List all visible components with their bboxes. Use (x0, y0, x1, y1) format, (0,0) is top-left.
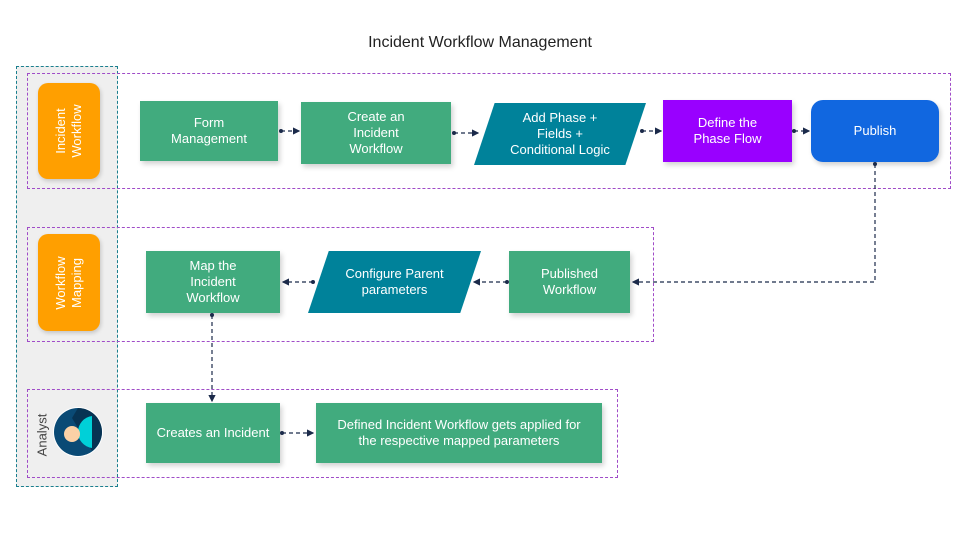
lane-label-text: Incident Workflow (53, 104, 84, 158)
lane-label-text: Workflow Mapping (53, 255, 84, 310)
lane-label-incident-workflow: Incident Workflow (38, 83, 100, 179)
step-creates-an-incident[interactable]: Creates an Incident (146, 403, 280, 463)
step-publish[interactable]: Publish (811, 100, 939, 162)
step-define-phase-flow[interactable]: Define the Phase Flow (663, 100, 792, 162)
step-create-incident-workflow[interactable]: Create an Incident Workflow (301, 102, 451, 164)
diagram-title: Incident Workflow Management (368, 34, 592, 51)
step-form-management[interactable]: Form Management (140, 101, 278, 161)
step-configure-parent-parameters[interactable]: Configure Parent parameters (308, 251, 481, 313)
lane-label-workflow-mapping: Workflow Mapping (38, 234, 100, 331)
step-published-workflow[interactable]: Published Workflow (509, 251, 630, 313)
step-add-phase-fields-logic[interactable]: Add Phase + Fields + Conditional Logic (474, 103, 646, 165)
step-workflow-applied[interactable]: Defined Incident Workflow gets applied f… (316, 403, 602, 463)
analyst-avatar-icon (52, 406, 104, 458)
lane-label-text: Analyst (34, 413, 50, 457)
step-map-incident-workflow[interactable]: Map the Incident Workflow (146, 251, 280, 313)
